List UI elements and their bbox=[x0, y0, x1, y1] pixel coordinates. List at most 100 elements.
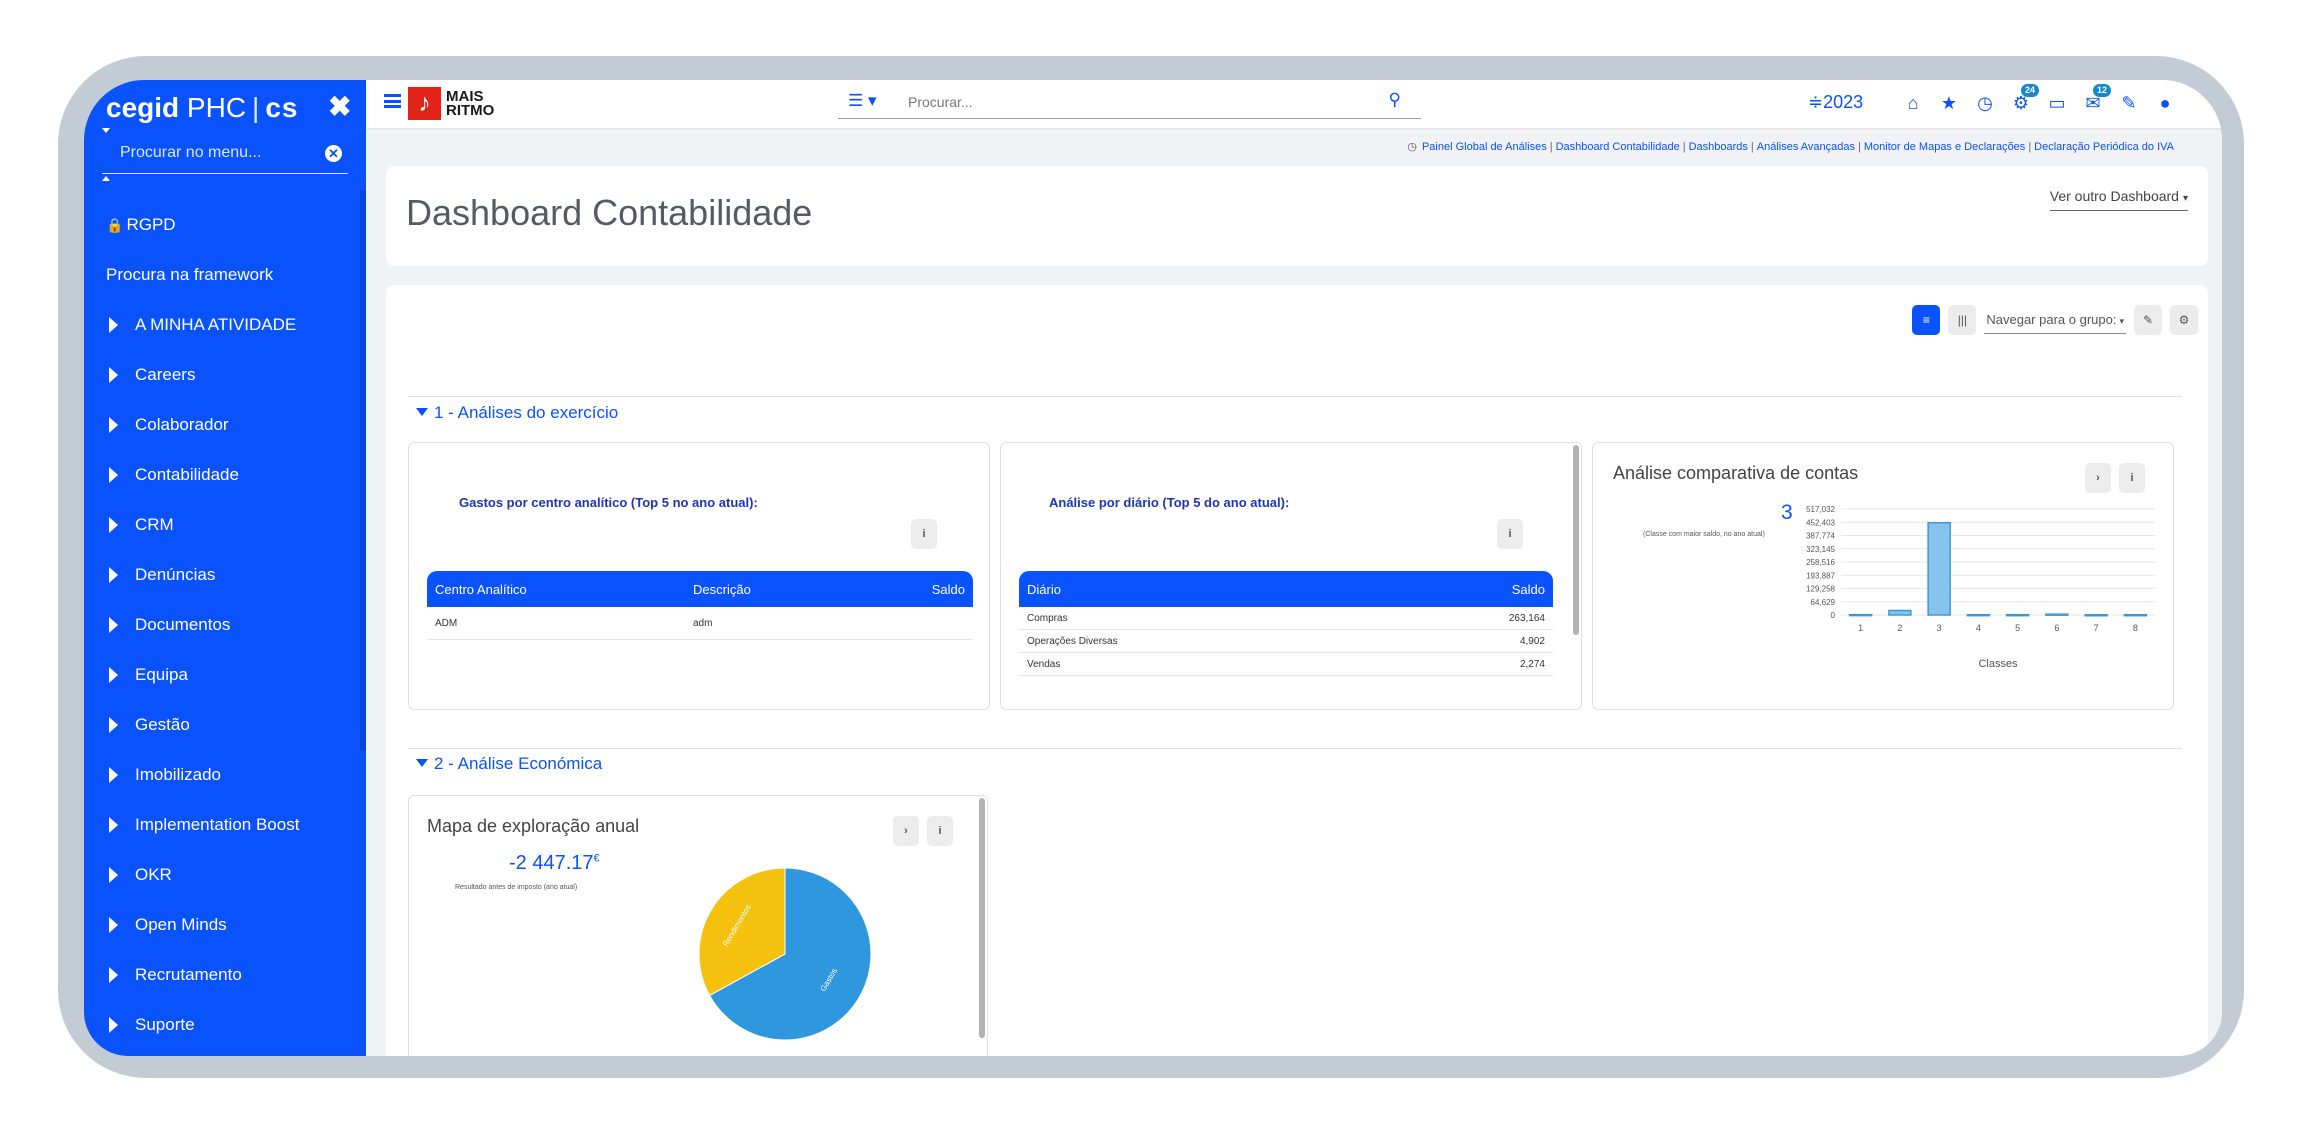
history-clock-icon[interactable]: ◷ bbox=[1407, 141, 1417, 153]
clock-icon[interactable]: ◷ bbox=[1968, 90, 2002, 116]
bar[interactable] bbox=[2084, 614, 2108, 617]
scroll-down-icon[interactable] bbox=[102, 128, 110, 133]
sidebar-item[interactable]: Imobilizado bbox=[84, 750, 360, 800]
bar[interactable] bbox=[1927, 521, 1951, 616]
bar[interactable] bbox=[2045, 613, 2069, 616]
y-tick-label: 0 bbox=[1831, 611, 1836, 620]
kpi-caption: (Classe com maior saldo, no ano atual) bbox=[1643, 531, 1765, 538]
sidebar-item[interactable]: OKR bbox=[84, 850, 360, 900]
breadcrumb-link[interactable]: Dashboard Contabilidade bbox=[1556, 141, 1680, 153]
clear-search-icon[interactable]: ✕ bbox=[325, 145, 342, 162]
list-view-button[interactable]: ≡ bbox=[1912, 305, 1941, 335]
info-button[interactable]: i bbox=[927, 816, 953, 846]
sidebar-item-label: CRM bbox=[135, 515, 174, 534]
page-header: Dashboard Contabilidade Ver outro Dashbo… bbox=[386, 166, 2208, 266]
sidebar-item[interactable]: Suporte bbox=[84, 1000, 360, 1050]
info-button[interactable]: i bbox=[2119, 463, 2145, 493]
table-row[interactable]: Operações Diversas 4,902 bbox=[1019, 630, 1553, 653]
navigate-group-dropdown[interactable]: Navegar para o grupo: ▾ bbox=[1984, 306, 2126, 334]
sidebar-item[interactable]: Equipa bbox=[84, 650, 360, 700]
info-button[interactable]: i bbox=[1497, 519, 1523, 549]
x-tick-label: 4 bbox=[1976, 623, 1981, 633]
column-header[interactable]: Diário bbox=[1027, 582, 1061, 597]
breadcrumb-separator: | bbox=[1682, 141, 1686, 153]
panel-scrollbar[interactable] bbox=[1573, 445, 1579, 635]
section-2-toggle[interactable]: 2 - Análise Económica bbox=[416, 754, 602, 774]
calendar-icon[interactable]: ▭ bbox=[2040, 90, 2074, 116]
bar[interactable] bbox=[1966, 613, 1991, 617]
sidebar-item[interactable]: Open Minds bbox=[84, 900, 360, 950]
y-tick-label: 193,887 bbox=[1806, 571, 1835, 580]
music-note-icon: ♪ bbox=[408, 87, 441, 120]
sidebar-scrollbar[interactable] bbox=[360, 190, 366, 750]
breadcrumb-link[interactable]: Painel Global de Análises bbox=[1422, 141, 1547, 153]
table-cell: 263,164 bbox=[1508, 613, 1545, 624]
global-search-input[interactable] bbox=[908, 91, 1358, 113]
sidebar-item[interactable]: Recrutamento bbox=[84, 950, 360, 1000]
gastos-panel: Gastos por centro analítico (Top 5 no an… bbox=[408, 442, 990, 710]
panel-scrollbar[interactable] bbox=[979, 798, 985, 1038]
year-selector[interactable]: ≑2023 bbox=[1808, 92, 1863, 113]
lightbulb-icon[interactable]: ● bbox=[2148, 90, 2182, 116]
column-header[interactable]: Descrição bbox=[693, 582, 751, 597]
breadcrumb-link[interactable]: Análises Avançadas bbox=[1757, 141, 1855, 153]
sidebar-item[interactable]: Colaborador bbox=[84, 400, 360, 450]
y-tick-label: 64,629 bbox=[1811, 598, 1836, 607]
breadcrumb-link[interactable]: Monitor de Mapas e Declarações bbox=[1864, 141, 2025, 153]
other-dashboard-dropdown[interactable]: Ver outro Dashboard ▾ bbox=[2049, 188, 2188, 211]
company-logo[interactable]: ♪ MAIS RITMO bbox=[408, 87, 494, 120]
breadcrumb-link[interactable]: Dashboards bbox=[1689, 141, 1748, 153]
settings-button[interactable]: ⚙ bbox=[2170, 305, 2198, 335]
y-tick-label: 323,145 bbox=[1806, 545, 1835, 554]
columns-view-button[interactable]: ||| bbox=[1948, 305, 1977, 335]
table-row[interactable]: ADM adm bbox=[427, 607, 973, 640]
breadcrumb-link[interactable]: Declaração Periódica do IVA bbox=[2034, 141, 2174, 153]
bar[interactable] bbox=[1888, 609, 1912, 616]
sidebar-item[interactable]: Documentos bbox=[84, 600, 360, 650]
sidebar-item[interactable]: Implementation Boost bbox=[84, 800, 360, 850]
x-tick-label: 6 bbox=[2054, 623, 2059, 633]
edit-button[interactable]: ✎ bbox=[2134, 305, 2162, 335]
sidebar-item[interactable]: A MINHA ATIVIDADE bbox=[84, 300, 360, 350]
search-icon[interactable]: ⚲ bbox=[1389, 90, 1401, 110]
column-header[interactable]: Centro Analítico bbox=[435, 582, 527, 597]
sidebar-item[interactable]: Gestão bbox=[84, 700, 360, 750]
page-title: Dashboard Contabilidade bbox=[406, 192, 813, 233]
column-header[interactable]: Saldo bbox=[932, 582, 965, 597]
sidebar-item-label: Procura na framework bbox=[106, 265, 274, 284]
sidebar-item[interactable]: Careers bbox=[84, 350, 360, 400]
brand-logo[interactable]: cegid PHC | cs bbox=[106, 92, 298, 124]
wrench-icon[interactable]: ✎ bbox=[2112, 90, 2146, 116]
sidebar-item[interactable]: Contabilidade bbox=[84, 450, 360, 500]
menu-search-input[interactable] bbox=[102, 138, 302, 168]
table-row[interactable]: Compras 263,164 bbox=[1019, 607, 1553, 630]
sidebar-item-label: Recrutamento bbox=[135, 965, 242, 984]
gears-icon[interactable]: ⚙ 24 bbox=[2004, 84, 2040, 116]
search-scope-dropdown[interactable]: ☰ ▾ bbox=[848, 91, 877, 111]
sidebar-item[interactable]: 🔒 RGPD bbox=[84, 200, 360, 250]
bar[interactable] bbox=[1848, 613, 1873, 617]
home-icon[interactable]: ⌂ bbox=[1896, 90, 1930, 116]
menu-search: ✕ bbox=[102, 138, 348, 174]
gastos-subtitle: Gastos por centro analítico (Top 5 no an… bbox=[459, 495, 758, 510]
star-icon[interactable]: ★ bbox=[1932, 90, 1966, 116]
column-header[interactable]: Saldo bbox=[1512, 582, 1545, 597]
next-button[interactable]: › bbox=[893, 816, 919, 846]
lightbulb-icon-glyph: ● bbox=[2159, 93, 2171, 113]
expand-caret-icon bbox=[109, 867, 118, 883]
bar[interactable] bbox=[2123, 613, 2148, 617]
chat-icon[interactable]: ✉ 12 bbox=[2076, 84, 2112, 116]
sidebar-item[interactable]: Procura na framework bbox=[84, 250, 360, 300]
bar[interactable] bbox=[2005, 613, 2030, 617]
sidebar-item[interactable]: Denúncias bbox=[84, 550, 360, 600]
sidebar-item[interactable]: CRM bbox=[84, 500, 360, 550]
scroll-up-icon[interactable] bbox=[102, 176, 110, 181]
sidebar: cegid PHC|cs ✖ ✕ 🔒RGPD Procura na framewo… bbox=[84, 80, 366, 1056]
hamburger-menu-icon[interactable] bbox=[384, 94, 401, 108]
table-row[interactable]: Vendas 2,274 bbox=[1019, 653, 1553, 676]
close-sidebar-icon[interactable]: ✖ bbox=[328, 90, 351, 123]
next-button[interactable]: › bbox=[2085, 463, 2111, 493]
expand-caret-icon bbox=[109, 1017, 118, 1033]
info-button[interactable]: i bbox=[911, 519, 937, 549]
section-1-toggle[interactable]: 1 - Análises do exercício bbox=[416, 403, 618, 423]
